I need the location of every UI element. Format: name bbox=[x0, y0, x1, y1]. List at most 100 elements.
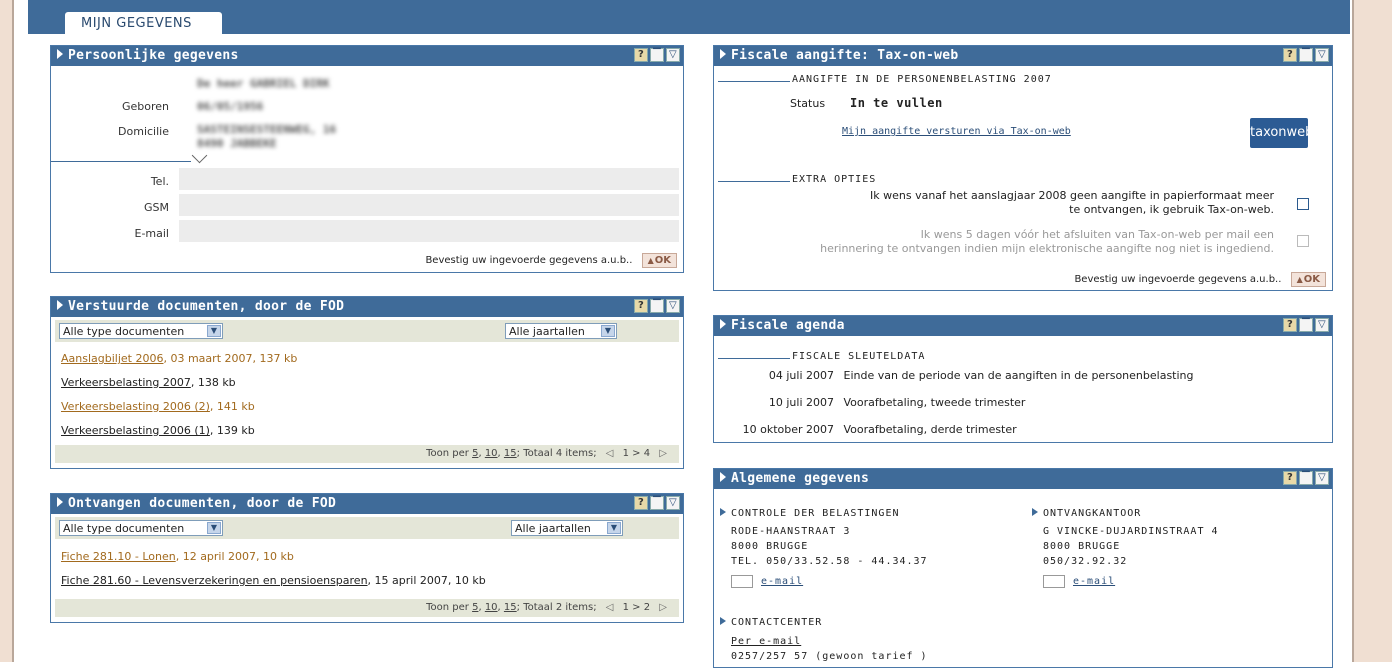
ontvang-title: ONTVANGKANTOOR bbox=[1032, 506, 1219, 521]
contact-title: CONTACTCENTER bbox=[720, 615, 928, 630]
panel-fiscale-agenda: Fiscale agenda ? ▔ ▽ FISCALE SLEUTELDATA… bbox=[713, 315, 1333, 443]
edit-pencil-icon[interactable] bbox=[191, 147, 208, 164]
type-select[interactable]: Alle type documenten ▼ bbox=[59, 323, 223, 339]
status-label: Status bbox=[790, 97, 826, 110]
option-2-line-1: Ik wens 5 dagen vóór het afsluiten van T… bbox=[920, 228, 1274, 241]
taxonweb-link[interactable]: Mijn aangifte versturen via Tax-on-web bbox=[842, 126, 1071, 137]
help-icon[interactable]: ? bbox=[634, 496, 648, 510]
filter-bar: Alle type documenten ▼ Alle jaartallen ▼ bbox=[55, 320, 679, 342]
pager-bar: Toon per 5, 10, 15; Totaal 2 items; ◁ 1 … bbox=[55, 599, 679, 617]
controle-email-link[interactable]: e-mail bbox=[761, 576, 803, 587]
minimize-icon[interactable]: ▔ bbox=[650, 496, 664, 510]
minimize-icon[interactable]: ▔ bbox=[1299, 48, 1313, 62]
doc-link[interactable]: Aanslagbiljet 2006 bbox=[61, 352, 163, 365]
ok-button[interactable]: ▲OK bbox=[1290, 272, 1326, 287]
taxonweb-logo[interactable]: taxonweb bbox=[1250, 118, 1313, 148]
panel-title: Fiscale agenda bbox=[731, 318, 845, 333]
panel-arrow-icon bbox=[720, 319, 726, 329]
controle-addr2: 8000 BRUGGE bbox=[731, 541, 809, 552]
option-2-checkbox[interactable] bbox=[1297, 235, 1309, 247]
section-title-aangifte: AANGIFTE IN DE PERSONENBELASTING 2007 bbox=[792, 74, 1052, 85]
tel-field[interactable] bbox=[179, 168, 679, 190]
panel-verstuurde-documenten: Verstuurde documenten, door de FOD ? ▔ ▽… bbox=[50, 296, 684, 469]
panel-header: Ontvangen documenten, door de FOD ? ▔ ▽ bbox=[51, 494, 683, 514]
pager-5[interactable]: 5 bbox=[472, 448, 478, 459]
pager-15[interactable]: 15 bbox=[504, 602, 517, 613]
panel-buttons: ? ▔ ▽ bbox=[634, 48, 680, 62]
section-title-extra-opties: EXTRA OPTIES bbox=[792, 174, 877, 185]
content-area: Persoonlijke gegevens ? ▔ ▽ De heer GABR… bbox=[28, 34, 1350, 668]
help-icon[interactable]: ? bbox=[1283, 48, 1297, 62]
minimize-icon[interactable]: ▔ bbox=[1299, 471, 1313, 485]
panel-tax-on-web: Fiscale aangifte: Tax-on-web ? ▔ ▽ AANGI… bbox=[713, 45, 1333, 291]
divider-line bbox=[51, 161, 191, 162]
ontvang-tel: 050/32.92.32 bbox=[1043, 556, 1128, 567]
ok-button[interactable]: ▲OK bbox=[641, 253, 677, 268]
pager-10[interactable]: 10 bbox=[485, 448, 498, 459]
doc-link[interactable]: Verkeersbelasting 2006 (1) bbox=[61, 424, 210, 437]
collapse-icon[interactable]: ▽ bbox=[666, 48, 680, 62]
option-1-checkbox[interactable] bbox=[1297, 198, 1309, 210]
help-icon[interactable]: ? bbox=[634, 299, 648, 313]
collapse-icon[interactable]: ▽ bbox=[666, 496, 680, 510]
controle-addr1: RODE-HAANSTRAAT 3 bbox=[731, 526, 851, 537]
panel-header: Verstuurde documenten, door de FOD ? ▔ ▽ bbox=[51, 297, 683, 317]
panel-arrow-icon bbox=[57, 497, 63, 507]
envelope-icon bbox=[1043, 574, 1065, 588]
status-value: In te vullen bbox=[850, 96, 943, 110]
type-select[interactable]: Alle type documenten ▼ bbox=[59, 520, 223, 536]
ontvang-email-link[interactable]: e-mail bbox=[1073, 576, 1115, 587]
pager-15[interactable]: 15 bbox=[504, 448, 517, 459]
tab-mijn-gegevens[interactable]: MIJN GEGEVENS bbox=[64, 11, 223, 35]
year-select[interactable]: Alle jaartallen ▼ bbox=[511, 520, 623, 536]
ok-arrow-icon: ▲ bbox=[647, 256, 654, 265]
chevron-down-icon: ▼ bbox=[601, 325, 615, 337]
email-field[interactable] bbox=[179, 220, 679, 242]
panel-buttons: ? ▔ ▽ bbox=[1283, 48, 1329, 62]
section-line bbox=[718, 81, 790, 82]
option-2-line-2: herinnering te ontvangen indien mijn ele… bbox=[820, 242, 1274, 255]
year-select[interactable]: Alle jaartallen ▼ bbox=[505, 323, 617, 339]
next-page-icon[interactable]: ▷ bbox=[659, 602, 667, 613]
ontvang-addr2: 8000 BRUGGE bbox=[1043, 541, 1121, 552]
help-icon[interactable]: ? bbox=[634, 48, 648, 62]
gsm-field[interactable] bbox=[179, 194, 679, 216]
panel-arrow-icon bbox=[720, 49, 726, 59]
doc-link[interactable]: Verkeersbelasting 2007 bbox=[61, 376, 191, 389]
year-select-value: Alle jaartallen bbox=[509, 325, 585, 338]
bullet-arrow-icon bbox=[1032, 508, 1038, 516]
doc-link[interactable]: Verkeersbelasting 2006 (2) bbox=[61, 400, 210, 413]
panel-header: Fiscale aangifte: Tax-on-web ? ▔ ▽ bbox=[714, 46, 1332, 66]
collapse-icon[interactable]: ▽ bbox=[1315, 48, 1329, 62]
confirm-text: Bevestig uw ingevoerde gegevens a.u.b.. bbox=[425, 255, 633, 266]
minimize-icon[interactable]: ▔ bbox=[650, 299, 664, 313]
envelope-icon bbox=[731, 574, 753, 588]
contact-block: CONTACTCENTER Per e-mail 0257/257 57 (ge… bbox=[720, 615, 928, 664]
domicilie-value-2: 8490 JABBEKE bbox=[197, 137, 277, 150]
doc-link[interactable]: Fiche 281.10 - Lonen bbox=[61, 550, 176, 563]
collapse-icon[interactable]: ▽ bbox=[1315, 318, 1329, 332]
doc-link[interactable]: Fiche 281.60 - Levensverzekeringen en pe… bbox=[61, 574, 368, 587]
ok-label: OK bbox=[654, 255, 671, 266]
contact-email-link[interactable]: Per e-mail bbox=[720, 634, 928, 649]
minimize-icon[interactable]: ▔ bbox=[650, 48, 664, 62]
pager-5[interactable]: 5 bbox=[472, 602, 478, 613]
help-icon[interactable]: ? bbox=[1283, 318, 1297, 332]
agenda-text: Voorafbetaling, tweede trimester bbox=[843, 396, 1026, 409]
bullet-arrow-icon bbox=[720, 617, 726, 625]
geboren-value: 06/05/1956 bbox=[197, 100, 264, 113]
help-icon[interactable]: ? bbox=[1283, 471, 1297, 485]
doc-item: Fiche 281.10 - Lonen, 12 april 2007, 10 … bbox=[61, 550, 294, 563]
next-page-icon[interactable]: ▷ bbox=[659, 448, 667, 459]
collapse-icon[interactable]: ▽ bbox=[1315, 471, 1329, 485]
panel-buttons: ? ▔ ▽ bbox=[1283, 318, 1329, 332]
filter-bar: Alle type documenten ▼ Alle jaartallen ▼ bbox=[55, 517, 679, 539]
pager-10[interactable]: 10 bbox=[485, 602, 498, 613]
minimize-icon[interactable]: ▔ bbox=[1299, 318, 1313, 332]
prev-page-icon[interactable]: ◁ bbox=[606, 602, 614, 613]
confirm-row: Bevestig uw ingevoerde gegevens a.u.b.. … bbox=[425, 253, 677, 268]
prev-page-icon[interactable]: ◁ bbox=[606, 448, 614, 459]
panel-buttons: ? ▔ ▽ bbox=[634, 496, 680, 510]
collapse-icon[interactable]: ▽ bbox=[666, 299, 680, 313]
pager-prefix: Toon per bbox=[426, 602, 469, 613]
